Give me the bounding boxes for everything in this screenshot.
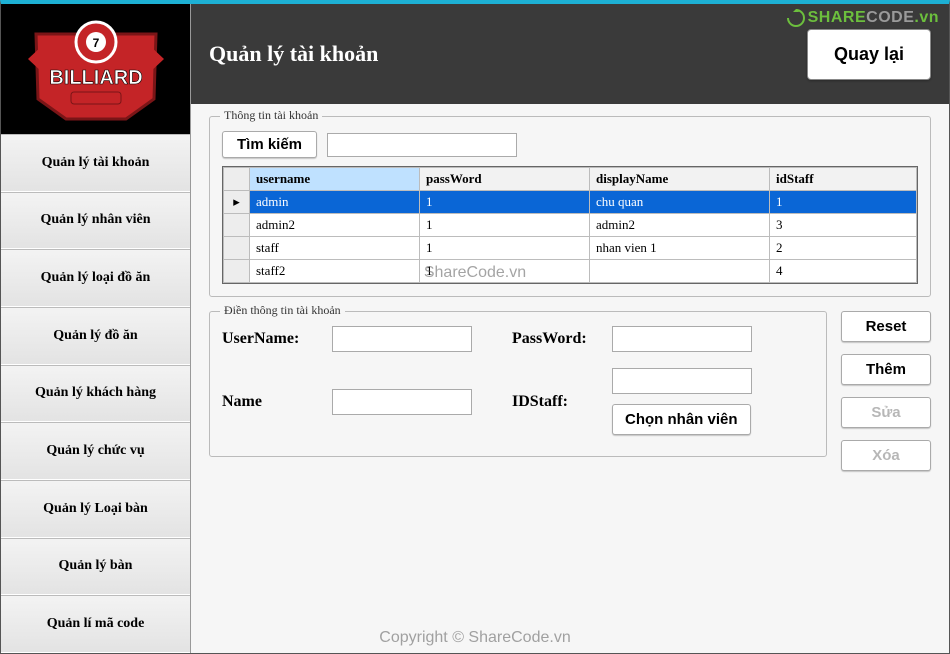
form-row-user-pass: UserName: PassWord: [222,326,814,352]
cell-idstaff: 4 [770,260,917,283]
form-area: Điền thông tin tài khoản UserName: PassW… [209,311,931,471]
label-password: PassWord: [512,330,602,348]
cell-username: staff2 [250,260,420,283]
password-input[interactable] [612,326,752,352]
row-indicator-icon [224,214,250,237]
sidebar-item-tabletype[interactable]: Quản lý Loại bàn [1,480,190,538]
cell-username: admin2 [250,214,420,237]
sidebar-item-label: Quản lý bàn [59,558,133,574]
form-row-name-idstaff: Name IDStaff: Chọn nhân viên [222,368,814,435]
svg-text:7: 7 [92,36,99,50]
choose-staff-button[interactable]: Chọn nhân viên [612,404,751,435]
action-button-column: Reset Thêm Sửa Xóa [841,311,931,471]
sidebar-item-customers[interactable]: Quản lý khách hàng [1,365,190,423]
sidebar-item-roles[interactable]: Quản lý chức vụ [1,422,190,480]
cell-username: admin [250,191,420,214]
cell-username: staff [250,237,420,260]
search-input[interactable] [327,133,517,157]
col-displayname[interactable]: displayName [590,168,770,191]
col-username[interactable]: username [250,168,420,191]
content-area: Thông tin tài khoản Tìm kiếm [191,104,949,653]
cell-displayname [590,260,770,283]
app-window: 7 BILLIARD Quản lý tài khoản Quản lý nhâ… [0,0,950,654]
cell-displayname: admin2 [590,214,770,237]
page-title: Quản lý tài khoản [209,41,378,67]
table-row[interactable]: staff2 1 4 [224,260,917,283]
sidebar: 7 BILLIARD Quản lý tài khoản Quản lý nhâ… [1,4,191,653]
cell-password: 1 [420,237,590,260]
cell-displayname: chu quan [590,191,770,214]
label-name: Name [222,393,322,411]
row-indicator-icon: ▸ [224,191,250,214]
sidebar-item-foodtype[interactable]: Quản lý loại đồ ăn [1,249,190,307]
cell-idstaff: 1 [770,191,917,214]
sidebar-item-codes[interactable]: Quản lí mã code [1,595,190,653]
group-title: Điền thông tin tài khoản [220,303,345,318]
col-idstaff[interactable]: idStaff [770,168,917,191]
cell-password: 1 [420,191,590,214]
label-username: UserName: [222,330,322,348]
edit-account-group: Điền thông tin tài khoản UserName: PassW… [209,311,827,457]
name-input[interactable] [332,389,472,415]
add-button[interactable]: Thêm [841,354,931,385]
cell-password: 1 [420,260,590,283]
header-bar: Quản lý tài khoản Quay lại [191,4,949,104]
sidebar-item-label: Quản lý tài khoản [42,155,150,171]
table-header-row: username passWord displayName idStaff [224,168,917,191]
account-grid[interactable]: username passWord displayName idStaff ▸ … [222,166,918,284]
col-password[interactable]: passWord [420,168,590,191]
sidebar-item-food[interactable]: Quản lý đồ ăn [1,307,190,365]
svg-text:BILLIARD: BILLIARD [49,67,142,89]
back-button[interactable]: Quay lại [807,29,931,80]
cell-idstaff: 2 [770,237,917,260]
sidebar-item-tables[interactable]: Quản lý bàn [1,538,190,596]
idstaff-column: Chọn nhân viên [612,368,752,435]
row-indicator-icon [224,260,250,283]
row-indicator-icon [224,237,250,260]
sidebar-item-label: Quản lý nhân viên [40,212,150,228]
search-row: Tìm kiếm [222,131,918,158]
layout: 7 BILLIARD Quản lý tài khoản Quản lý nhâ… [1,4,949,653]
sidebar-item-label: Quản lí mã code [47,616,145,632]
cell-password: 1 [420,214,590,237]
row-selector-header [224,168,250,191]
account-info-group: Thông tin tài khoản Tìm kiếm [209,116,931,297]
sidebar-item-accounts[interactable]: Quản lý tài khoản [1,134,190,192]
table-row[interactable]: ▸ admin 1 chu quan 1 [224,191,917,214]
sidebar-item-label: Quản lý loại đồ ăn [41,270,151,286]
label-idstaff: IDStaff: [512,393,602,411]
username-input[interactable] [332,326,472,352]
cell-idstaff: 3 [770,214,917,237]
cell-displayname: nhan vien 1 [590,237,770,260]
table-row[interactable]: staff 1 nhan vien 1 2 [224,237,917,260]
sidebar-item-label: Quản lý đồ ăn [53,328,137,344]
app-logo: 7 BILLIARD [1,4,190,134]
delete-button[interactable]: Xóa [841,440,931,471]
sidebar-item-label: Quản lý chức vụ [46,443,144,459]
account-table: username passWord displayName idStaff ▸ … [223,167,917,283]
main-area: Quản lý tài khoản Quay lại Thông tin tài… [191,4,949,653]
sidebar-item-label: Quản lý khách hàng [35,385,156,401]
search-button[interactable]: Tìm kiếm [222,131,317,158]
edit-button[interactable]: Sửa [841,397,931,428]
sidebar-item-label: Quản lý Loại bàn [43,501,148,517]
group-title: Thông tin tài khoản [220,108,322,123]
billiard-logo-icon: 7 BILLIARD [26,14,166,124]
sidebar-item-staff[interactable]: Quản lý nhân viên [1,192,190,250]
table-row[interactable]: admin2 1 admin2 3 [224,214,917,237]
idstaff-input[interactable] [612,368,752,394]
reset-button[interactable]: Reset [841,311,931,342]
